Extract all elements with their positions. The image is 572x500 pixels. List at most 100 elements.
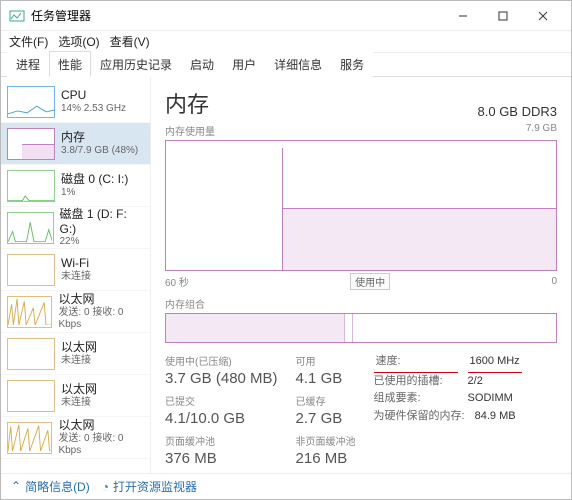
hwreserved-label: 为硬件保留的内存: (374, 408, 465, 426)
sidebar-item-label: 磁盘 1 (D: F: G:) (60, 207, 145, 236)
resmon-label: 打开资源监视器 (113, 478, 197, 495)
usage-chart-label: 内存使用量 (165, 123, 215, 138)
memory-stats: 使用中(已压缩) 3.7 GB (480 MB) 已提交 4.1/10.0 GB… (165, 353, 557, 467)
memory-composition-bar[interactable] (165, 313, 557, 343)
sidebar-item-sub: 1% (61, 187, 128, 199)
tab-performance[interactable]: 性能 (49, 51, 91, 77)
usage-chart-max: 7.9 GB (526, 123, 557, 138)
paged-label: 页面缓冲池 (165, 433, 278, 448)
window-buttons (443, 2, 563, 30)
chart-axis-left: 60 秒 (165, 274, 189, 289)
composition-divider (345, 314, 353, 342)
maximize-button[interactable] (483, 2, 523, 30)
sidebar-item-label: 以太网 (58, 418, 144, 432)
sidebar-item-sub: 22% (60, 236, 145, 248)
eth4-thumbnail (7, 422, 52, 454)
form-value: SODIMM (468, 390, 513, 408)
minimize-button[interactable] (443, 2, 483, 30)
sidebar-item-ethernet-4[interactable]: 以太网发送: 0 接收: 0 Kbps (1, 417, 150, 459)
app-icon (9, 8, 25, 24)
disk0-thumbnail (7, 170, 55, 202)
avail-label: 可用 (296, 353, 356, 368)
window-title: 任务管理器 (31, 7, 443, 24)
speed-label: 速度: (374, 353, 458, 373)
tabs: 进程 性能 应用历史记录 启动 用户 详细信息 服务 (1, 53, 571, 77)
sidebar-item-ethernet-3[interactable]: 以太网未连接 (1, 375, 150, 417)
inuse-value: 3.7 GB (480 MB) (165, 370, 278, 387)
disk1-thumbnail (7, 212, 54, 244)
eth1-thumbnail (7, 296, 52, 328)
sidebar-item-label: 以太网 (61, 382, 97, 396)
sidebar-item-sub: 未连接 (61, 397, 97, 409)
sidebar-item-sub: 未连接 (61, 355, 97, 367)
memory-usage-fill (283, 208, 556, 270)
sidebar-item-sub: 14% 2.53 GHz (61, 103, 126, 115)
form-label: 组成要素: (374, 390, 458, 408)
memory-panel: 内存 8.0 GB DDR3 内存使用量 7.9 GB 60 秒 使用中 0 内… (151, 77, 571, 473)
open-resource-monitor-button[interactable]: ◔ 打开资源监视器 (102, 478, 197, 495)
slots-label: 已使用的插槽: (374, 373, 458, 391)
performance-sidebar[interactable]: CPU14% 2.53 GHz 内存3.8/7.9 GB (48%) 磁盘 0 … (1, 77, 151, 473)
sidebar-item-sub: 发送: 0 接收: 0 Kbps (58, 307, 144, 331)
inuse-label: 使用中(已压缩) (165, 353, 278, 368)
sidebar-item-memory[interactable]: 内存3.8/7.9 GB (48%) (1, 123, 150, 165)
sidebar-item-disk0[interactable]: 磁盘 0 (C: I:)1% (1, 165, 150, 207)
inuse-badge: 使用中 (350, 273, 390, 290)
sidebar-item-disk1[interactable]: 磁盘 1 (D: F: G:)22% (1, 207, 150, 249)
sidebar-item-ethernet-1[interactable]: 以太网发送: 0 接收: 0 Kbps (1, 291, 150, 333)
sidebar-item-wifi[interactable]: Wi-Fi未连接 (1, 249, 150, 291)
sidebar-item-label: CPU (61, 88, 126, 102)
chart-axis-right: 0 (551, 276, 557, 287)
menu-options[interactable]: 选项(O) (58, 33, 99, 50)
eth2-thumbnail (7, 338, 55, 370)
wifi-thumbnail (7, 254, 55, 286)
commit-label: 已提交 (165, 393, 278, 408)
hwreserved-value: 84.9 MB (475, 408, 516, 426)
menu-view[interactable]: 查看(V) (110, 33, 150, 50)
sidebar-item-cpu[interactable]: CPU14% 2.53 GHz (1, 81, 150, 123)
eth3-thumbnail (7, 380, 55, 412)
menubar: 文件(F) 选项(O) 查看(V) (1, 31, 571, 53)
sidebar-item-sub: 未连接 (61, 271, 91, 283)
avail-value: 4.1 GB (296, 370, 356, 387)
chevron-up-icon: ⌃ (11, 479, 21, 493)
composition-label: 内存组合 (165, 296, 557, 311)
tab-startup[interactable]: 启动 (181, 51, 223, 77)
cached-label: 已缓存 (296, 393, 356, 408)
menu-file[interactable]: 文件(F) (9, 33, 48, 50)
nonpaged-label: 非页面缓冲池 (296, 433, 356, 448)
commit-value: 4.1/10.0 GB (165, 410, 278, 427)
sidebar-item-label: 磁盘 0 (C: I:) (61, 172, 128, 186)
fewer-details-label: 简略信息(D) (25, 478, 90, 495)
sidebar-item-label: 以太网 (58, 292, 144, 306)
composition-used (166, 314, 345, 342)
tab-details[interactable]: 详细信息 (265, 51, 331, 77)
sidebar-item-sub: 发送: 0 接收: 0 Kbps (58, 433, 144, 457)
sidebar-item-label: 内存 (61, 130, 138, 144)
panel-title: 内存 (165, 87, 209, 119)
paged-value: 376 MB (165, 450, 278, 467)
content-area: CPU14% 2.53 GHz 内存3.8/7.9 GB (48%) 磁盘 0 … (1, 77, 571, 473)
speed-value: 1600 MHz (468, 353, 522, 373)
tab-users[interactable]: 用户 (223, 51, 265, 77)
sidebar-item-sub: 3.8/7.9 GB (48%) (61, 145, 138, 157)
sidebar-item-label: Wi-Fi (61, 256, 91, 270)
slots-value: 2/2 (468, 373, 483, 391)
sidebar-item-ethernet-2[interactable]: 以太网未连接 (1, 333, 150, 375)
memory-total: 8.0 GB DDR3 (478, 104, 557, 119)
close-button[interactable] (523, 2, 563, 30)
memory-details: 速度: 1600 MHz 已使用的插槽: 2/2 组成要素: SODIMM 为硬件保留… (374, 353, 522, 467)
fewer-details-button[interactable]: ⌃ 简略信息(D) (11, 478, 90, 495)
cpu-thumbnail (7, 86, 55, 118)
sidebar-item-label: 以太网 (61, 340, 97, 354)
nonpaged-value: 216 MB (296, 450, 356, 467)
titlebar[interactable]: 任务管理器 (1, 1, 571, 31)
task-manager-window: 任务管理器 文件(F) 选项(O) 查看(V) 进程 性能 应用历史记录 启动 … (0, 0, 572, 500)
tab-app-history[interactable]: 应用历史记录 (91, 51, 181, 77)
tab-services[interactable]: 服务 (331, 51, 373, 77)
resmon-icon: ◔ (102, 480, 109, 494)
memory-usage-chart[interactable] (165, 140, 557, 271)
memory-thumbnail (7, 128, 55, 160)
tab-processes[interactable]: 进程 (7, 51, 49, 77)
footer: ⌃ 简略信息(D) ◔ 打开资源监视器 (1, 473, 571, 499)
